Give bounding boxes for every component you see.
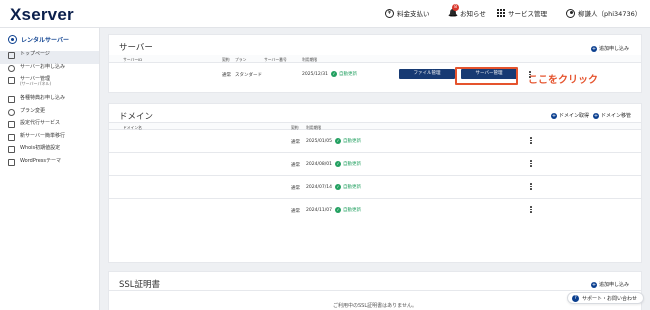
domain-row: 通常 2025/01/05 ✓ 自動更新 xyxy=(109,130,641,153)
notifications-link[interactable]: 8 お知らせ xyxy=(448,3,486,18)
domain-row: 通常 2024/11/07 ✓ 自動更新 xyxy=(109,199,641,222)
domain-expiry: 2024/11/07 xyxy=(306,208,332,213)
ssl-card: SSL証明書 + 追加申し込み ご利用中のSSL証明書はありません。 xyxy=(108,271,642,310)
server-auto-renew: ✓ 自動更新 xyxy=(331,71,357,77)
ssl-add-link[interactable]: + 追加申し込み xyxy=(590,281,629,288)
domain-auto-renew: ✓ 自動更新 xyxy=(335,161,361,167)
server-status: 通常 xyxy=(222,73,231,78)
domain-section-title: ドメイン xyxy=(119,112,154,122)
tools-icon xyxy=(8,121,15,128)
check-circle-icon: ✓ xyxy=(335,161,341,167)
file-management-button[interactable]: ファイル管理 xyxy=(399,69,455,79)
col-server-id: サーバーID xyxy=(123,56,143,62)
server-section-title: サーバー xyxy=(119,43,153,53)
domain-more-menu-icon[interactable] xyxy=(530,160,532,168)
notifications-label: お知らせ xyxy=(460,10,486,18)
question-icon: ? xyxy=(571,294,579,302)
top-bar: Xserver 料金支払い 8 お知らせ サービス管理 柳謙人（phi34736… xyxy=(0,0,650,28)
col-server-number: サーバー番号 xyxy=(264,56,287,62)
document-icon xyxy=(8,146,15,153)
support-button[interactable]: ? サポート・お問い合わせ xyxy=(566,292,644,304)
service-management-label: サービス管理 xyxy=(508,10,547,18)
col-expiry: 利用期限 xyxy=(302,56,318,62)
server-expiry: 2025/12/31 xyxy=(302,72,328,77)
notification-badge: 8 xyxy=(452,3,459,11)
domain-table-header: ドメイン名 契約 利用期限 xyxy=(109,122,641,130)
domain-status: 通常 xyxy=(291,186,300,191)
wordpress-icon xyxy=(8,158,15,166)
domain-row: 通常 2024/07/14 ✓ 自動更新 xyxy=(109,176,641,199)
sidebar-item-top-page[interactable]: トップページ xyxy=(0,51,99,64)
grid-icon xyxy=(497,8,505,18)
highlight-box xyxy=(455,67,518,85)
account-menu[interactable]: 柳謙人（phi34736） xyxy=(566,8,641,18)
transfer-icon xyxy=(8,133,15,141)
sidebar-item-whois-settings[interactable]: Whois初期値設定 xyxy=(0,145,99,158)
check-circle-icon: ✓ xyxy=(335,138,341,144)
server-add-link[interactable]: + 追加申し込み xyxy=(590,45,629,52)
check-circle-icon: ✓ xyxy=(331,71,337,77)
domain-transfer-link[interactable]: + ドメイン移管 xyxy=(592,112,631,119)
account-label: 柳謙人（phi34736） xyxy=(578,10,642,18)
domain-expiry: 2024/07/14 xyxy=(306,185,332,190)
main-content: サーバー + 追加申し込み サーバーID 契約 プラン サーバー番号 利用期限 … xyxy=(100,28,650,310)
payment-link[interactable]: 料金支払い xyxy=(385,8,430,18)
server-icon xyxy=(8,77,15,84)
gift-icon xyxy=(8,96,15,103)
refresh-icon xyxy=(8,108,15,116)
domain-card: ドメイン + ドメイン取得 + ドメイン移管 ドメイン名 契約 利用期限 通常 … xyxy=(108,103,642,263)
xserver-logo[interactable]: Xserver xyxy=(10,5,74,25)
plus-icon: + xyxy=(590,281,597,288)
plus-icon: + xyxy=(592,112,599,119)
domain-auto-renew: ✓ 自動更新 xyxy=(335,184,361,190)
domain-more-menu-icon[interactable] xyxy=(530,206,532,214)
server-table-header: サーバーID 契約 プラン サーバー番号 利用期限 xyxy=(109,55,641,63)
click-here-callout: ここをクリック xyxy=(528,75,598,86)
yen-circle-icon xyxy=(385,8,394,18)
ssl-section-title: SSL証明書 xyxy=(119,280,161,290)
sidebar-item-server-migration[interactable]: 新サーバー簡単移行 xyxy=(0,133,99,146)
service-management-link[interactable]: サービス管理 xyxy=(497,8,547,18)
plus-circle-icon xyxy=(8,64,15,72)
domain-auto-renew: ✓ 自動更新 xyxy=(335,138,361,144)
domain-acquire-link[interactable]: + ドメイン取得 xyxy=(550,112,589,119)
bell-icon: 8 xyxy=(448,3,459,18)
rental-server-icon xyxy=(8,35,17,44)
sidebar-item-wordpress-themes[interactable]: WordPressテーマ xyxy=(0,158,99,171)
col-status: 契約 xyxy=(222,56,230,62)
sidebar-item-special-offers[interactable]: 各種特典お申し込み xyxy=(0,95,99,108)
ssl-empty-message: ご利用中のSSL証明書はありません。 xyxy=(333,303,417,309)
domain-status: 通常 xyxy=(291,209,300,214)
sidebar-item-setup-service[interactable]: 設定代行サービス xyxy=(0,120,99,133)
sidebar-item-server-management[interactable]: サーバー管理 (サーバーパネル) xyxy=(0,76,99,95)
sidebar-item-server-application[interactable]: サーバーお申し込み xyxy=(0,64,99,77)
sidebar: レンタルサーバー トップページ サーバーお申し込み サーバー管理 (サーバーパネル… xyxy=(0,28,100,310)
domain-more-menu-icon[interactable] xyxy=(530,183,532,191)
domain-expiry: 2025/01/05 xyxy=(306,139,332,144)
sidebar-title[interactable]: レンタルサーバー xyxy=(0,32,99,47)
check-circle-icon: ✓ xyxy=(335,184,341,190)
domain-row: 通常 2024/08/01 ✓ 自動更新 xyxy=(109,153,641,176)
home-icon xyxy=(8,52,15,59)
domain-auto-renew: ✓ 自動更新 xyxy=(335,207,361,213)
check-circle-icon: ✓ xyxy=(335,207,341,213)
domain-expiry: 2024/08/01 xyxy=(306,162,332,167)
domain-status: 通常 xyxy=(291,163,300,168)
domain-status: 通常 xyxy=(291,140,300,145)
plus-icon: + xyxy=(550,112,557,119)
domain-more-menu-icon[interactable] xyxy=(530,137,532,145)
col-plan: プラン xyxy=(235,56,247,62)
user-icon xyxy=(566,8,575,18)
plus-icon: + xyxy=(590,45,597,52)
sidebar-item-plan-change[interactable]: プラン変更 xyxy=(0,108,99,121)
payment-label: 料金支払い xyxy=(397,10,430,18)
server-plan: スタンダード xyxy=(235,73,262,78)
